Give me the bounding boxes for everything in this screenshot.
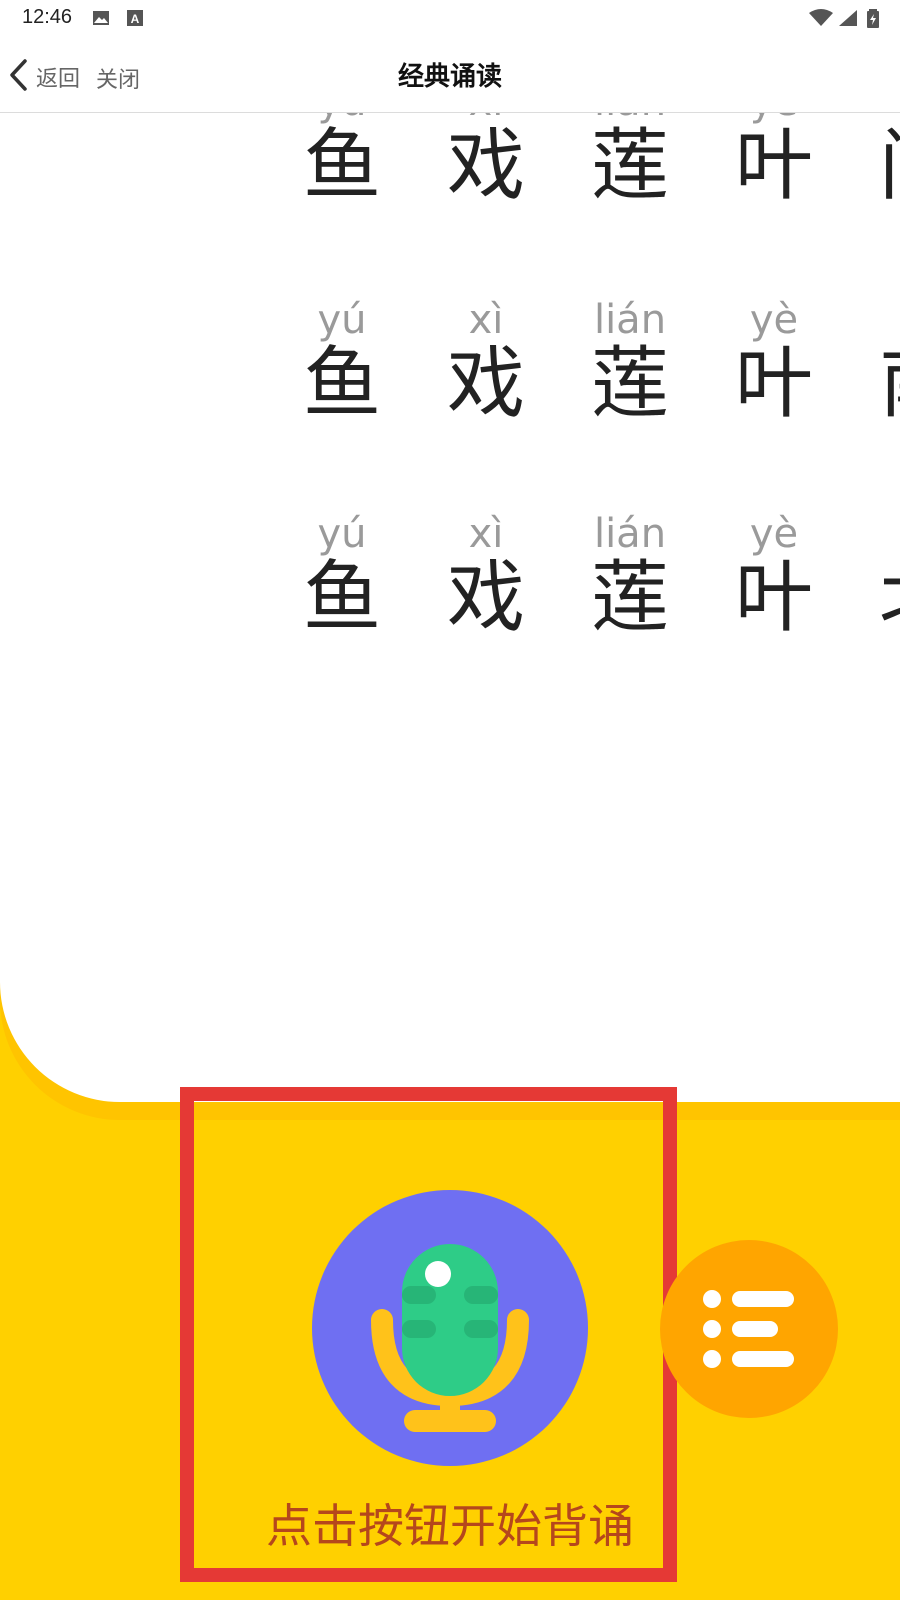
poem-row: yú 鱼 xì 戏 lián 莲 yè 叶 北 [0, 510, 900, 680]
poem-row: yú 鱼 xì 戏 lián 莲 yè 叶 n 南 [0, 296, 900, 466]
microphone-icon [312, 1244, 588, 1470]
hanzi: 鱼 [302, 121, 381, 211]
hanzi: 叶 [734, 339, 813, 429]
hanzi: 南 [858, 336, 900, 432]
hanzi: 叶 [734, 121, 813, 211]
hanzi: 莲 [590, 553, 669, 643]
hanzi: 戏 [446, 121, 525, 211]
hanzi: 鱼 [302, 553, 381, 643]
image-icon [92, 9, 110, 27]
hanzi: 戏 [446, 553, 525, 643]
hanzi: 莲 [590, 339, 669, 429]
hanzi: 北 [858, 550, 900, 646]
hanzi: 叶 [734, 553, 813, 643]
page-title: 经典诵读 [397, 62, 502, 92]
a-badge-icon: A [126, 9, 144, 27]
battery-icon [866, 9, 880, 28]
menu-list-button[interactable] [660, 1240, 838, 1418]
start-hint-text: 点击按钮开始背诵 [266, 1499, 634, 1553]
status-bar: 12:46 A [0, 0, 900, 36]
wifi-icon [808, 9, 834, 27]
start-recite-button[interactable] [312, 1190, 588, 1466]
screen: yú 鱼 xì 戏 lián 莲 yè 叶 间 yú [0, 0, 900, 1600]
signal-icon [838, 9, 858, 27]
poem-card: yú 鱼 xì 戏 lián 莲 yè 叶 间 yú [0, 0, 900, 1102]
hanzi: 鱼 [302, 339, 381, 429]
navigation-bar: 返回 关闭 经典诵读 [0, 36, 900, 113]
svg-text:A: A [131, 12, 140, 26]
hanzi: 间 [858, 118, 900, 214]
status-time: 12:46 [22, 6, 73, 28]
list-icon [660, 1290, 838, 1422]
hanzi: 莲 [590, 121, 669, 211]
hanzi: 戏 [446, 339, 525, 429]
